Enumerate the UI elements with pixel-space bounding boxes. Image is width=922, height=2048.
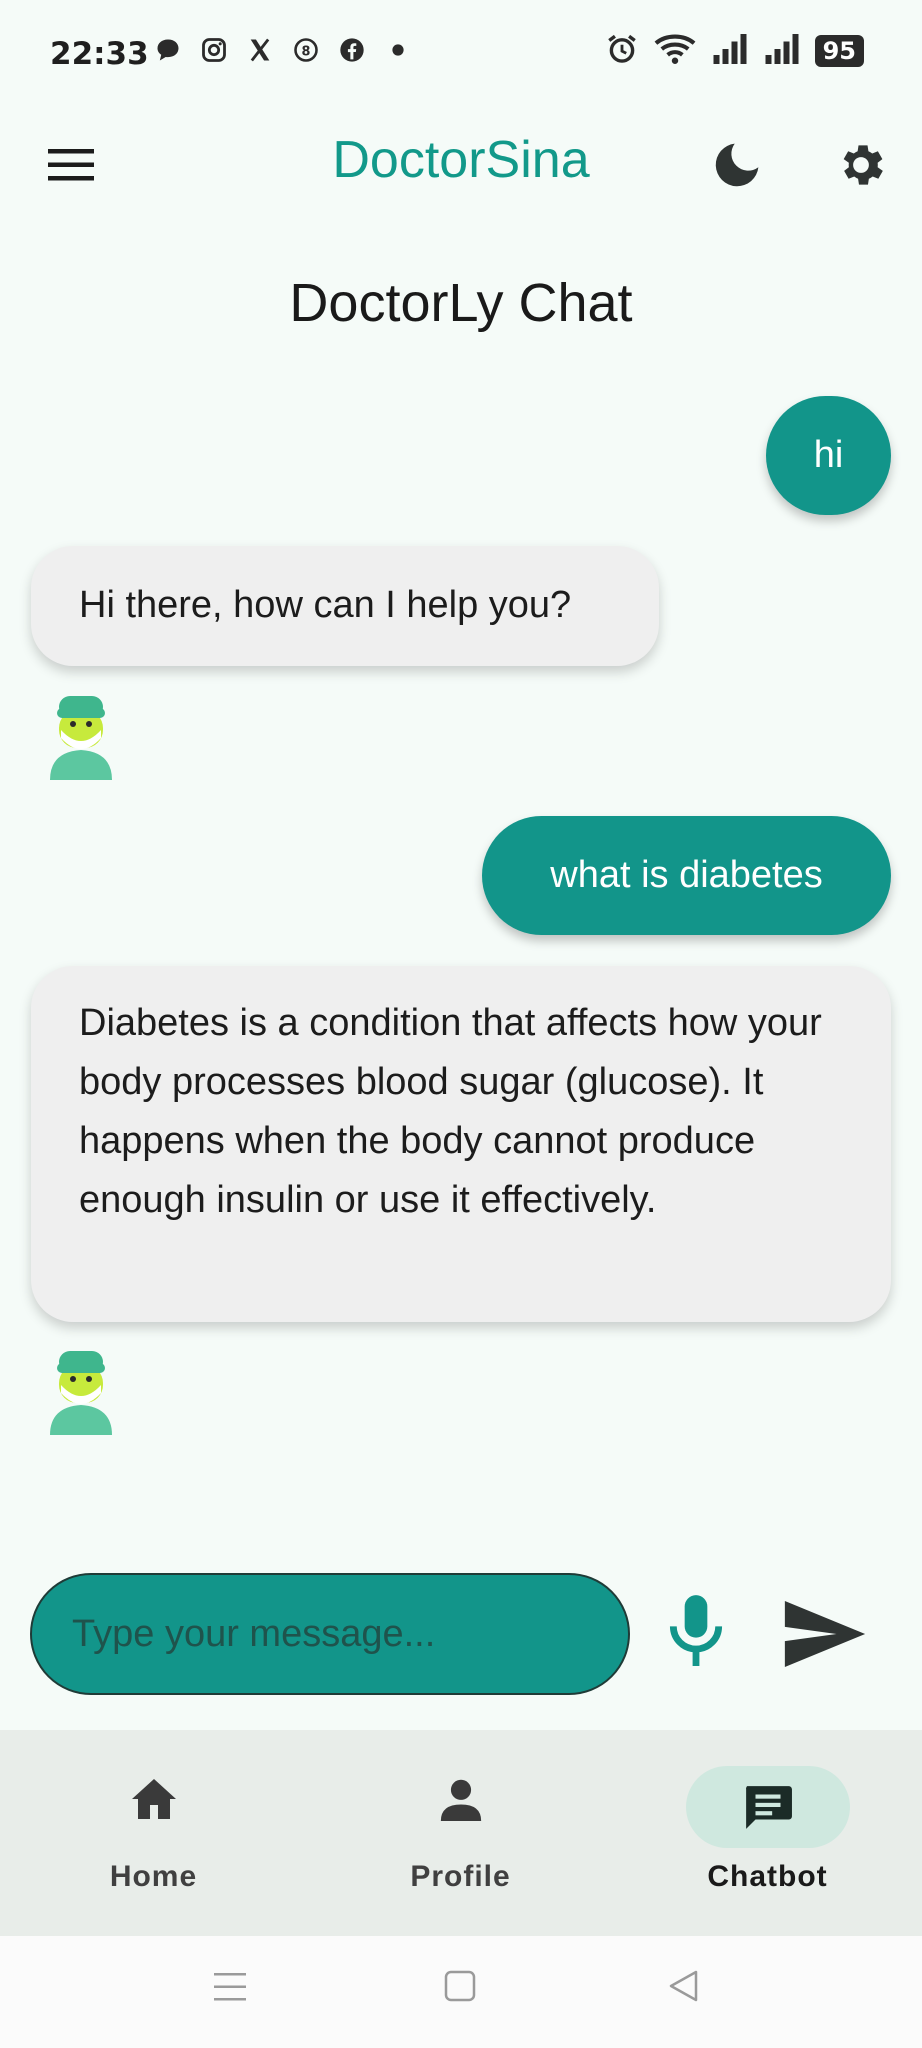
message-notification-icon — [152, 34, 184, 66]
app-title: DoctorSina — [332, 131, 590, 189]
user-message-bubble: what is diabetes — [482, 816, 891, 935]
microphone-icon — [669, 1595, 723, 1666]
doctor-avatar — [46, 690, 116, 780]
square-icon — [444, 1970, 476, 2002]
nav-item-profile[interactable]: Profile — [307, 1730, 614, 1936]
notification-icons: 8 — [152, 34, 414, 66]
user-message-bubble: hi — [766, 396, 891, 515]
gear-icon — [843, 145, 883, 185]
back-triangle-icon — [669, 1970, 698, 2002]
status-time: 22:33 — [50, 36, 149, 72]
nav-label-home: Home — [109, 1860, 198, 1893]
signal-icon-2 — [763, 34, 801, 68]
wifi-icon — [653, 32, 697, 70]
dark-mode-toggle-button[interactable] — [710, 138, 764, 192]
moon-icon — [715, 143, 759, 187]
bot-message-bubble: Diabetes is a condition that affects how… — [31, 966, 891, 1322]
menu-lines-icon — [214, 1973, 246, 2001]
settings-button[interactable] — [834, 138, 888, 192]
send-icon — [784, 1601, 866, 1667]
bottom-navigation: Home Profile Chatbot — [0, 1730, 922, 1936]
home-system-button[interactable] — [442, 1968, 478, 2004]
x-icon — [244, 34, 276, 66]
chat-icon — [685, 1766, 850, 1848]
nav-item-chatbot[interactable]: Chatbot — [614, 1730, 921, 1936]
svg-text:8: 8 — [302, 44, 311, 59]
back-system-button[interactable] — [666, 1968, 702, 2004]
person-icon — [420, 1775, 502, 1823]
bot-message-bubble: Hi there, how can I help you? — [31, 546, 659, 666]
status-bar: 22:33 8 95 — [0, 0, 922, 110]
battery-indicator: 95 — [814, 35, 864, 67]
more-notifications-dot-icon — [382, 34, 414, 66]
doctor-avatar-icon — [50, 1351, 112, 1435]
nav-item-home[interactable]: Home — [0, 1730, 307, 1936]
signal-icon-1 — [711, 34, 749, 68]
nav-label-profile: Profile — [410, 1860, 511, 1893]
instagram-icon — [198, 34, 230, 66]
threads-icon: 8 — [290, 34, 322, 66]
send-button[interactable] — [782, 1598, 868, 1670]
alarm-icon — [605, 32, 639, 70]
voice-input-button[interactable] — [662, 1592, 730, 1672]
system-navigation-bar — [0, 1936, 922, 2048]
facebook-icon — [336, 34, 368, 66]
message-input[interactable] — [30, 1573, 630, 1695]
nav-label-chatbot: Chatbot — [707, 1860, 828, 1893]
system-icons: 95 — [605, 32, 864, 70]
chat-title: DoctorLy Chat — [289, 273, 633, 333]
doctor-avatar — [46, 1345, 116, 1435]
home-icon — [113, 1775, 195, 1823]
doctor-avatar-icon — [50, 696, 112, 780]
recent-apps-button[interactable] — [212, 1970, 248, 2004]
